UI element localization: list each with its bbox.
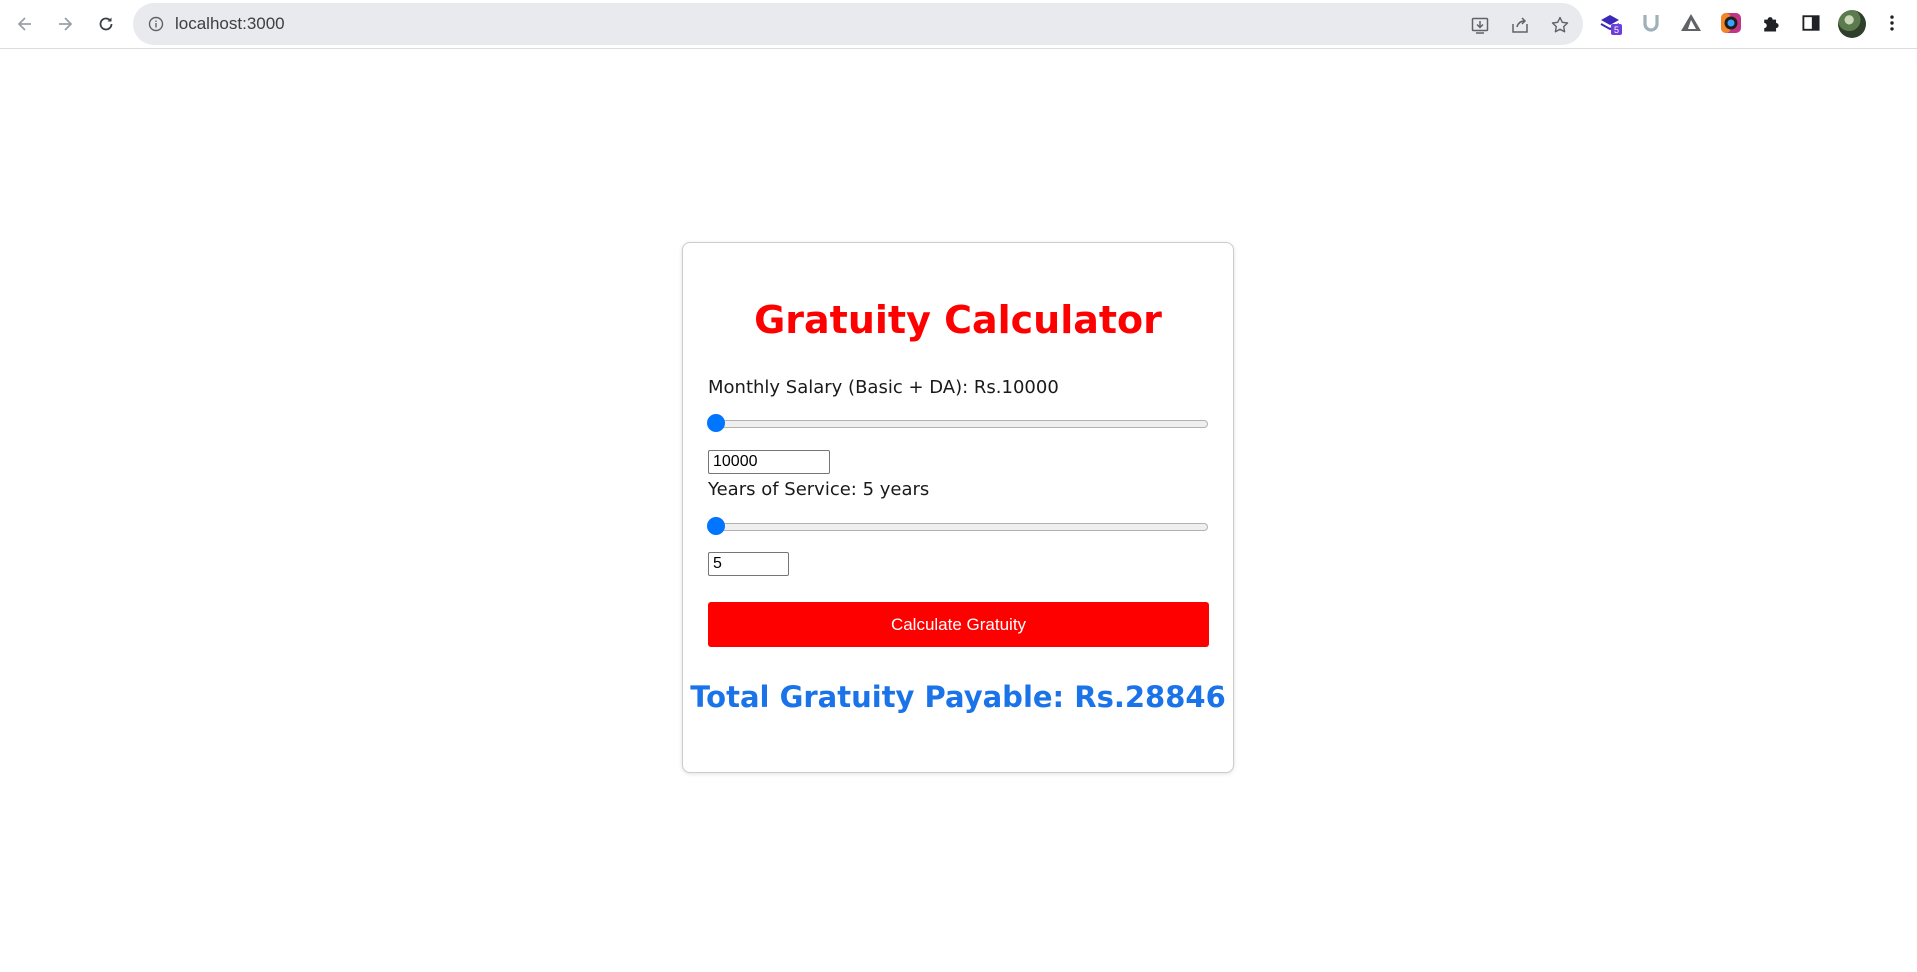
share-button[interactable] — [1509, 14, 1531, 36]
browser-menu-button[interactable] — [1879, 10, 1905, 36]
salary-slider[interactable] — [707, 413, 1208, 435]
back-arrow-icon — [17, 17, 31, 31]
reload-button[interactable] — [90, 8, 122, 40]
gratuity-result: Total Gratuity Payable: Rs.28846 — [690, 680, 1226, 714]
reload-icon — [99, 17, 113, 31]
extension-u-icon — [1643, 15, 1659, 32]
service-label: Years of Service: 5 years — [708, 479, 930, 500]
extension-u-button[interactable] — [1638, 10, 1664, 36]
info-icon[interactable] — [148, 16, 164, 32]
share-icon — [1512, 17, 1528, 33]
service-input[interactable] — [708, 552, 789, 576]
service-slider-track[interactable] — [708, 523, 1208, 531]
salary-slider-thumb[interactable] — [707, 414, 725, 432]
salary-slider-track[interactable] — [708, 420, 1208, 428]
calculate-gratuity-button[interactable]: Calculate Gratuity — [708, 602, 1209, 647]
bookmark-button[interactable] — [1549, 14, 1571, 36]
url-text[interactable]: localhost:3000 — [175, 14, 285, 34]
extension-stack-button[interactable]: 5 — [1598, 10, 1624, 36]
extension-badge: 5 — [1614, 25, 1619, 35]
extension-stack-icon: 5 — [1600, 15, 1622, 35]
extensions-menu-button[interactable] — [1758, 10, 1784, 36]
extension-color-ring-icon — [1721, 13, 1741, 33]
extension-triangle-icon — [1681, 14, 1701, 31]
salary-input[interactable] — [708, 450, 830, 474]
page-title: Gratuity Calculator — [754, 298, 1162, 342]
star-icon — [1551, 16, 1569, 33]
puzzle-icon — [1764, 17, 1779, 32]
extension-color-ring-button[interactable] — [1718, 10, 1744, 36]
service-slider[interactable] — [707, 516, 1208, 538]
side-panel-icon — [1802, 15, 1820, 31]
install-app-icon — [1471, 17, 1489, 34]
side-panel-button[interactable] — [1798, 10, 1824, 36]
more-vertical-icon — [1890, 15, 1894, 31]
forward-button[interactable] — [49, 8, 81, 40]
salary-label: Monthly Salary (Basic + DA): Rs.10000 — [708, 377, 1059, 398]
service-slider-thumb[interactable] — [707, 517, 725, 535]
calculator-card: Gratuity Calculator Monthly Salary (Basi… — [682, 242, 1234, 773]
profile-avatar[interactable] — [1838, 10, 1866, 38]
extension-triangle-button[interactable] — [1678, 10, 1704, 36]
back-button[interactable] — [9, 8, 41, 40]
install-app-button[interactable] — [1469, 14, 1491, 36]
address-bar[interactable]: localhost:3000 — [133, 3, 1583, 45]
forward-arrow-icon — [59, 17, 73, 31]
browser-toolbar: localhost:3000 5 — [0, 0, 1917, 49]
